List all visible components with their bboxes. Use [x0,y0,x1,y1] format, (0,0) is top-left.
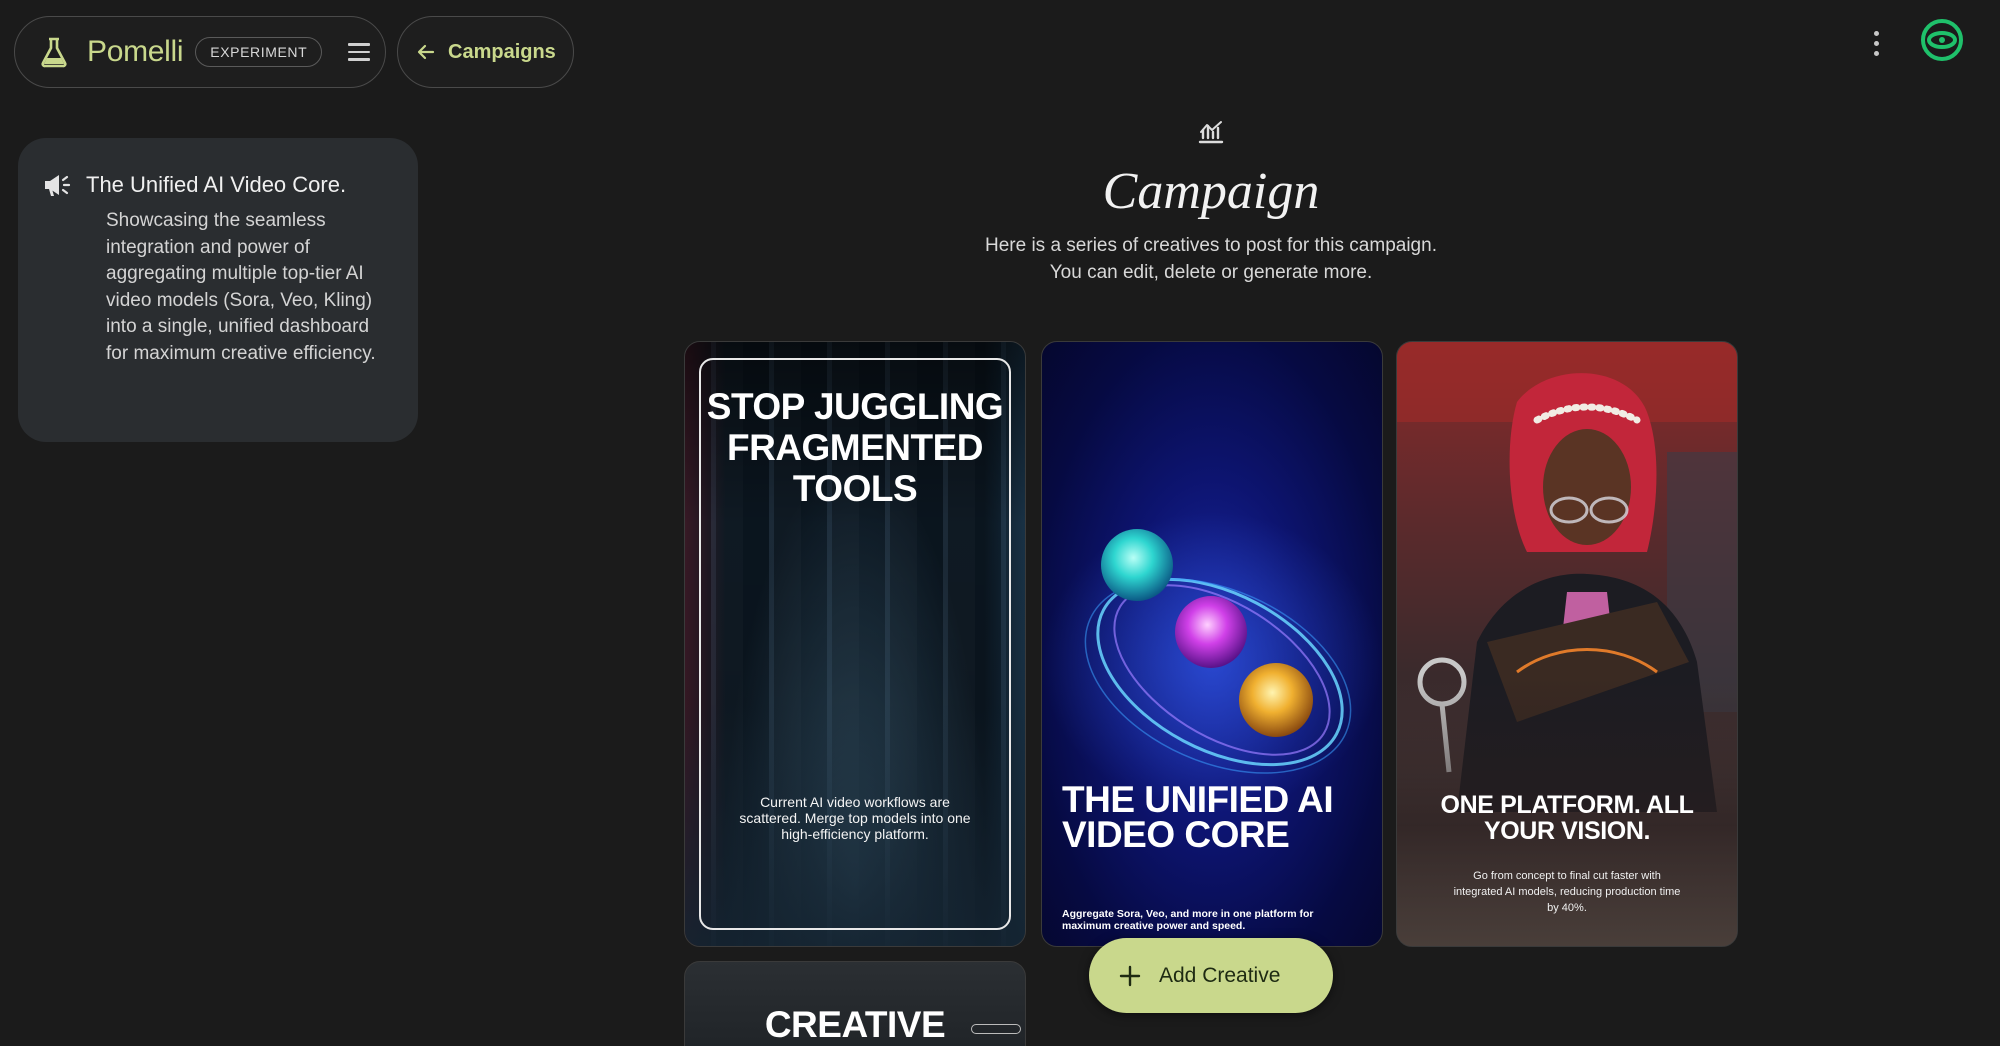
creative-3-headline: ONE PLATFORM. ALL YOUR VISION. [1407,792,1727,844]
campaign-icon [1198,121,1224,144]
creative-2-headline-line-1: THE UNIFIED AI [1062,779,1334,820]
brief-description: Showcasing the seamless integration and … [106,210,376,364]
page-subtitle-line-2: You can edit, delete or generate more. [1049,262,1373,283]
page-subtitle-line-1: Here is a series of creatives to post fo… [985,235,1437,256]
page-title: Campaign [1102,163,1320,220]
creative-1-body: Current AI video workflows are scattered… [739,794,971,842]
creative-1-headline-line-3: TOOLS [792,468,918,509]
creative-2-body: Aggregate Sora, Veo, and more in one pla… [1062,908,1314,932]
back-label: Campaigns [448,40,556,63]
creative-4-decoration [971,1024,1021,1034]
creative-3-headline-line-2: YOUR VISION. [1483,817,1651,845]
brand-pill: Pomelli EXPERIMENT [14,16,386,88]
arrow-back-icon [417,44,435,60]
creative-3-body: Go from concept to final cut faster with… [1453,870,1681,914]
menu-icon[interactable] [348,40,372,64]
add-icon [1119,965,1141,986]
creative-card-4[interactable]: CREATIVE [684,961,1026,1046]
more-vert-icon[interactable] [1864,26,1888,60]
creative-card-1[interactable]: STOP JUGGLING FRAGMENTED TOOLS Current A… [684,341,1026,947]
creative-1-headline-line-2: FRAGMENTED [726,427,984,468]
add-creative-label: Add Creative [1159,963,1281,987]
page-subtitle: Here is a series of creatives to post fo… [800,232,1622,286]
brand-name: Pomelli [87,35,184,68]
creative-card-2[interactable]: THE UNIFIED AI VIDEO CORE Aggregate Sora… [1041,341,1383,947]
creative-card-3[interactable]: ONE PLATFORM. ALL YOUR VISION. Go from c… [1396,341,1738,947]
back-to-campaigns-button[interactable]: Campaigns [397,16,574,88]
creative-3-headline-line-1: ONE PLATFORM. ALL [1440,791,1694,819]
experiment-badge: EXPERIMENT [195,37,323,67]
add-creative-button[interactable]: Add Creative [1089,938,1333,1013]
avatar[interactable] [1920,18,1964,62]
glowing-orbs-illustration [1042,512,1382,812]
creative-2-headline: THE UNIFIED AI VIDEO CORE [1062,779,1372,855]
creative-1-headline: STOP JUGGLING FRAGMENTED TOOLS [685,386,1025,509]
photo-shade [1397,342,1737,946]
creative-2-headline-line-2: VIDEO CORE [1062,814,1290,855]
flask-icon [37,35,71,69]
creative-1-headline-line-1: STOP JUGGLING [706,386,1004,427]
